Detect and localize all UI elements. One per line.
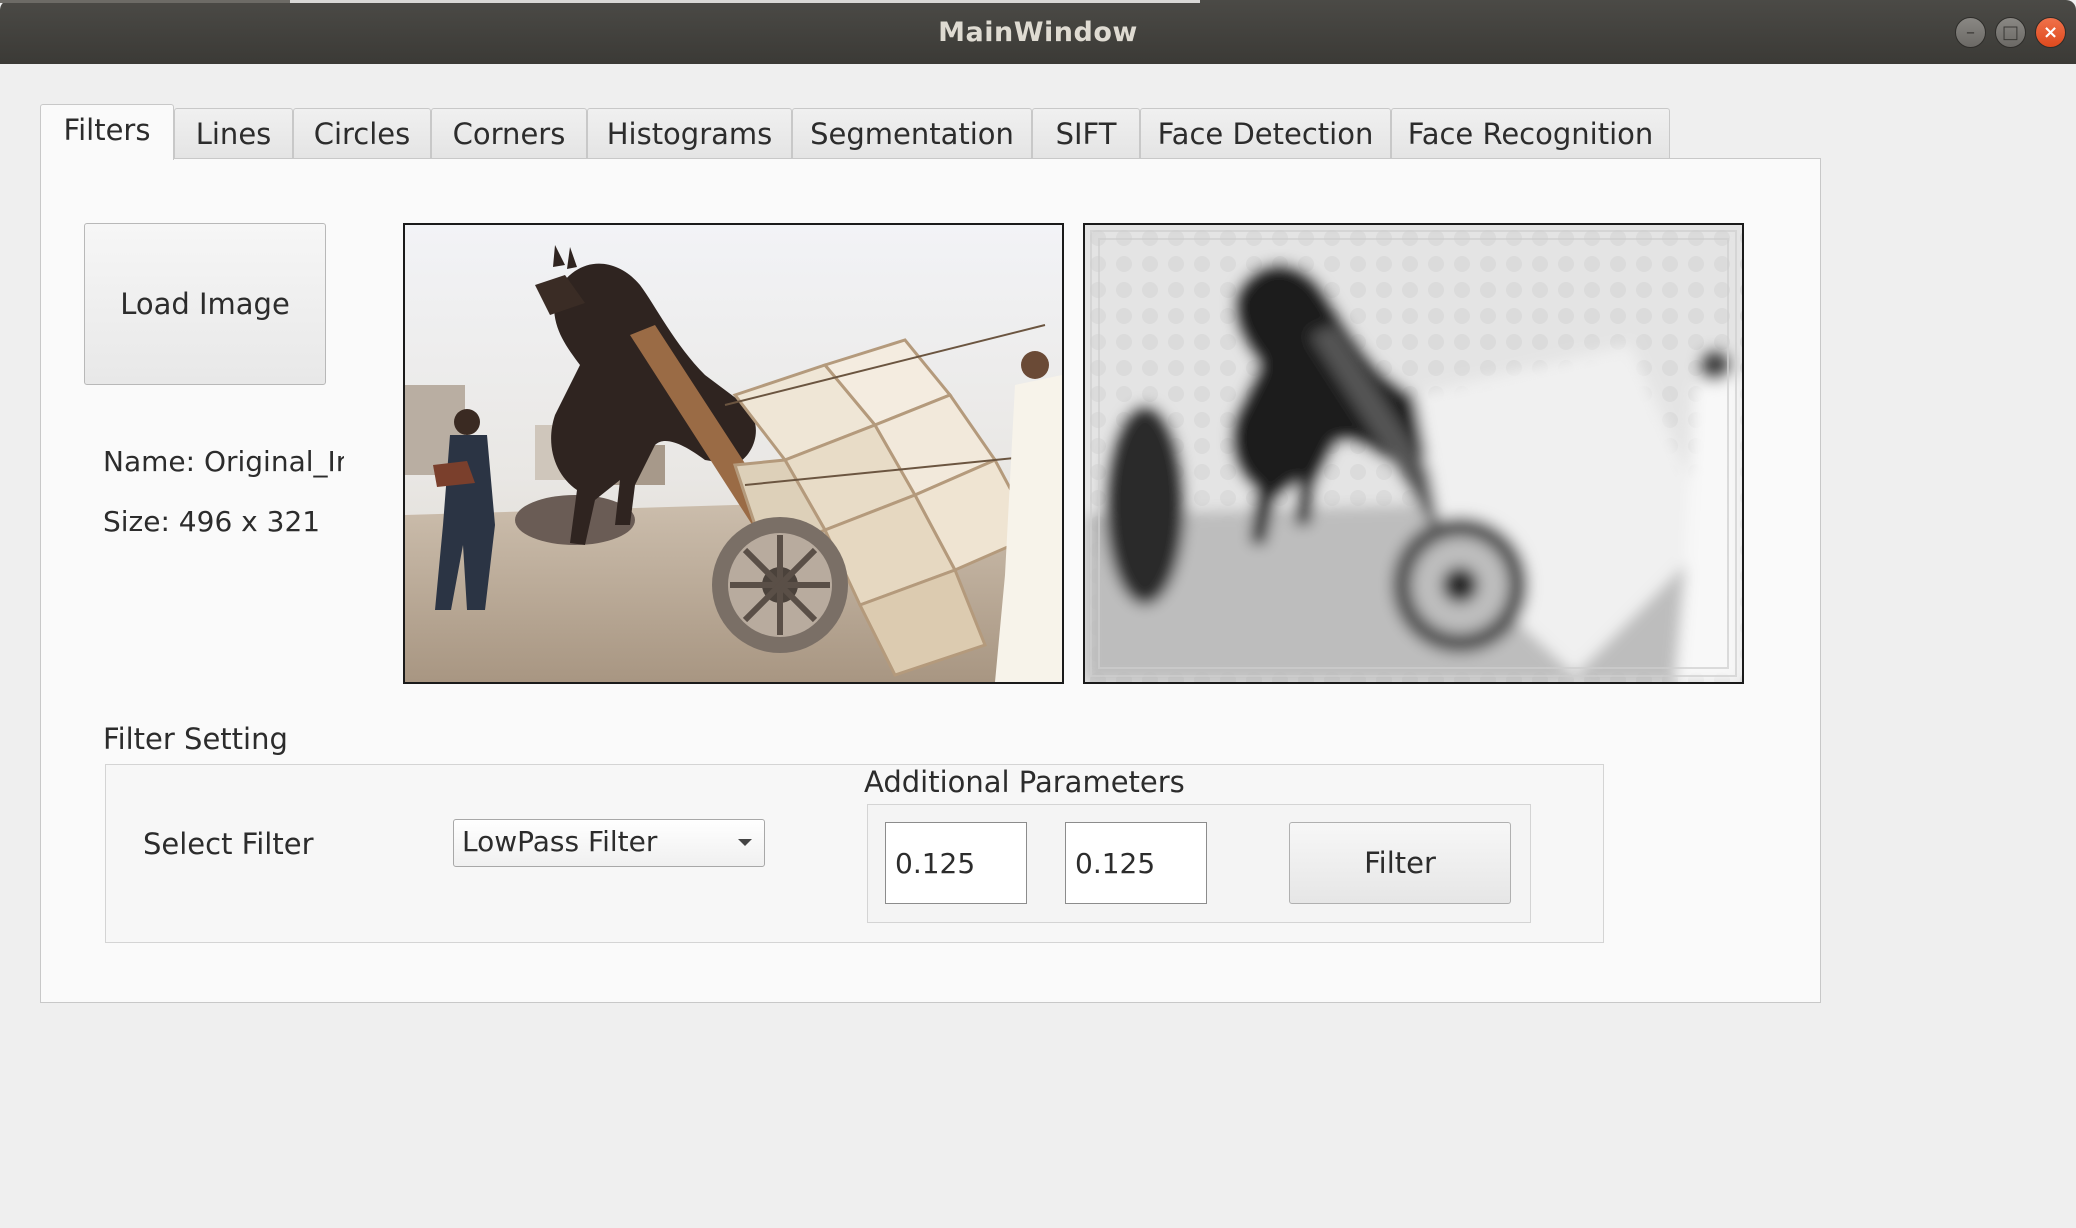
image-size-label: Size: 496 x 321	[103, 505, 321, 538]
parameter-1-input[interactable]	[885, 822, 1027, 904]
minimize-button[interactable]: –	[1955, 17, 1986, 48]
load-image-button[interactable]: Load Image	[84, 223, 326, 385]
filters-tab-pane: Load Image Name: Original_Ir Size: 496 x…	[40, 158, 1821, 1003]
title-bar: MainWindow – □ ×	[0, 0, 2076, 64]
filtered-image	[1085, 225, 1742, 682]
window-title: MainWindow	[938, 17, 1138, 48]
tab-face-recognition[interactable]: Face Recognition	[1391, 108, 1670, 163]
filter-type-dropdown[interactable]: LowPass Filter	[453, 819, 765, 867]
additional-parameters-group: Filter	[867, 804, 1531, 923]
tab-segmentation[interactable]: Segmentation	[792, 108, 1032, 163]
filtered-image-view	[1083, 223, 1744, 684]
select-filter-label: Select Filter	[143, 827, 314, 861]
filter-button[interactable]: Filter	[1289, 822, 1511, 904]
filter-type-value: LowPass Filter	[462, 825, 658, 858]
tab-circles[interactable]: Circles	[293, 108, 431, 163]
filter-setting-group: Select Filter LowPass Filter Additional …	[105, 764, 1604, 943]
title-bar-highlight-light	[290, 0, 1200, 3]
original-image	[405, 225, 1062, 682]
parameter-2-input[interactable]	[1065, 822, 1207, 904]
image-name-label: Name: Original_Ir	[103, 445, 344, 478]
tab-sift[interactable]: SIFT	[1032, 108, 1140, 163]
additional-parameters-title: Additional Parameters	[864, 765, 1185, 799]
title-bar-highlight	[0, 0, 290, 3]
tab-face-detection[interactable]: Face Detection	[1140, 108, 1391, 163]
tab-filters[interactable]: Filters	[40, 104, 174, 160]
tab-corners[interactable]: Corners	[431, 108, 587, 163]
close-button[interactable]: ×	[2035, 17, 2066, 48]
maximize-button[interactable]: □	[1995, 17, 2026, 48]
original-image-view	[403, 223, 1064, 684]
tab-lines[interactable]: Lines	[174, 108, 293, 163]
filter-setting-title: Filter Setting	[103, 722, 288, 756]
chevron-down-icon	[738, 839, 752, 846]
tab-histograms[interactable]: Histograms	[587, 108, 792, 163]
